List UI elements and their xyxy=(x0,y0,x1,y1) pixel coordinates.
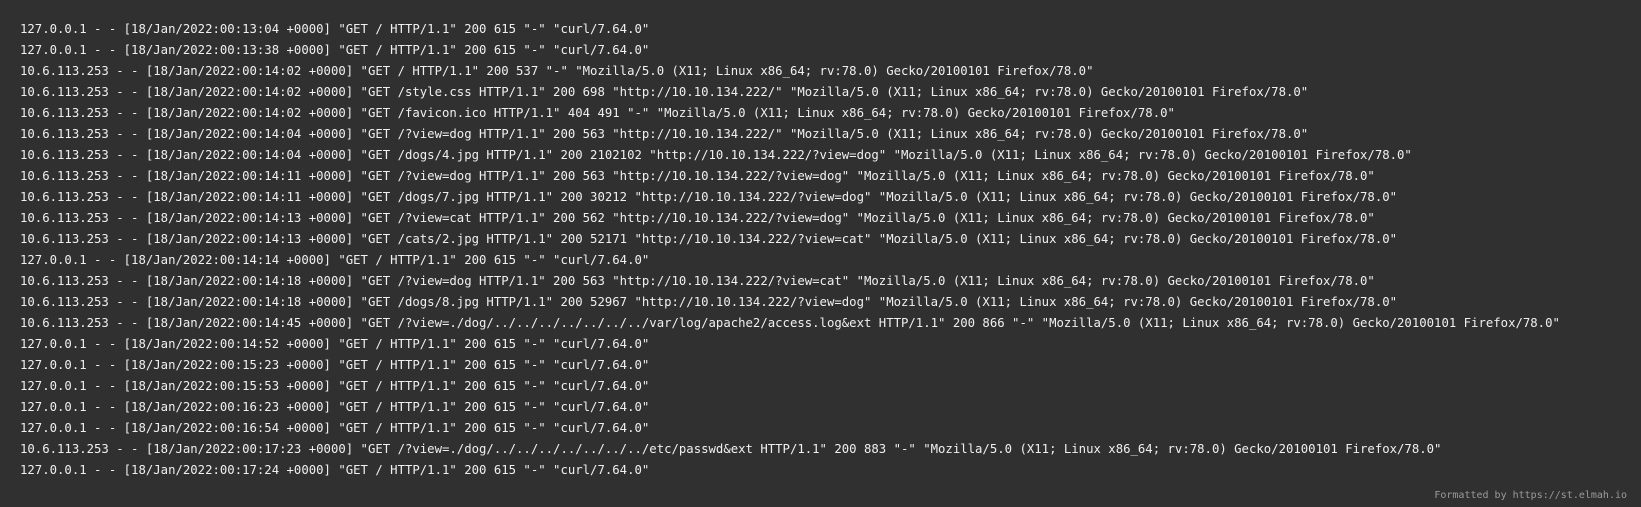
log-line: 127.0.0.1 - - [18/Jan/2022:00:15:53 +000… xyxy=(20,379,650,393)
log-line: 10.6.113.253 - - [18/Jan/2022:00:14:45 +… xyxy=(20,316,1560,330)
log-line: 10.6.113.253 - - [18/Jan/2022:00:14:02 +… xyxy=(20,64,1094,78)
log-line: 10.6.113.253 - - [18/Jan/2022:00:14:04 +… xyxy=(20,148,1412,162)
log-line: 127.0.0.1 - - [18/Jan/2022:00:16:23 +000… xyxy=(20,400,650,414)
log-line: 127.0.0.1 - - [18/Jan/2022:00:14:14 +000… xyxy=(20,253,650,267)
log-line: 127.0.0.1 - - [18/Jan/2022:00:17:24 +000… xyxy=(20,463,650,477)
log-line: 10.6.113.253 - - [18/Jan/2022:00:14:18 +… xyxy=(20,295,1398,309)
log-line: 127.0.0.1 - - [18/Jan/2022:00:13:04 +000… xyxy=(20,22,650,36)
log-line: 127.0.0.1 - - [18/Jan/2022:00:13:38 +000… xyxy=(20,43,650,57)
log-line: 127.0.0.1 - - [18/Jan/2022:00:15:23 +000… xyxy=(20,358,650,372)
footer-credit-link[interactable]: Formatted by https://st.elmah.io xyxy=(1434,490,1627,502)
log-line: 127.0.0.1 - - [18/Jan/2022:00:16:54 +000… xyxy=(20,421,650,435)
log-line: 10.6.113.253 - - [18/Jan/2022:00:14:18 +… xyxy=(20,274,1375,288)
log-line: 10.6.113.253 - - [18/Jan/2022:00:14:04 +… xyxy=(20,127,1309,141)
log-viewer: 127.0.0.1 - - [18/Jan/2022:00:13:04 +000… xyxy=(0,0,1641,507)
log-lines: 127.0.0.1 - - [18/Jan/2022:00:13:04 +000… xyxy=(20,19,1641,481)
log-line: 10.6.113.253 - - [18/Jan/2022:00:14:13 +… xyxy=(20,211,1375,225)
log-line: 10.6.113.253 - - [18/Jan/2022:00:14:13 +… xyxy=(20,232,1398,246)
log-line: 10.6.113.253 - - [18/Jan/2022:00:14:02 +… xyxy=(20,85,1309,99)
log-line: 10.6.113.253 - - [18/Jan/2022:00:17:23 +… xyxy=(20,442,1442,456)
log-line: 10.6.113.253 - - [18/Jan/2022:00:14:11 +… xyxy=(20,190,1398,204)
log-line: 10.6.113.253 - - [18/Jan/2022:00:14:11 +… xyxy=(20,169,1375,183)
log-line: 127.0.0.1 - - [18/Jan/2022:00:14:52 +000… xyxy=(20,337,650,351)
log-line: 10.6.113.253 - - [18/Jan/2022:00:14:02 +… xyxy=(20,106,1175,120)
